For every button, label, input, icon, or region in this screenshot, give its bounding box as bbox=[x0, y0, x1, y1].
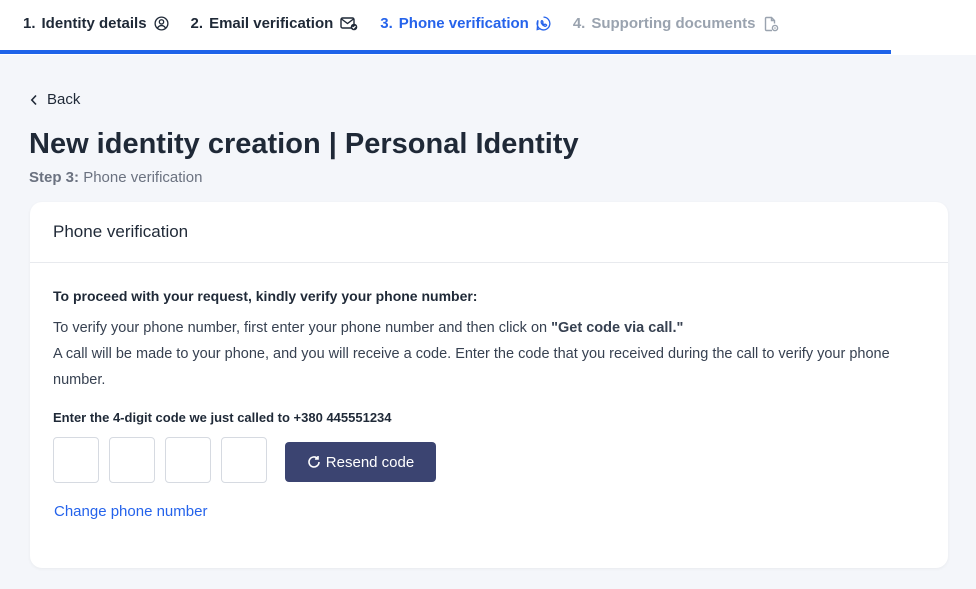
phone-verification-card: Phone verification To proceed with your … bbox=[30, 202, 948, 568]
step-prefix: Step 3: bbox=[29, 169, 80, 186]
instruction-description: To verify your phone number, first enter… bbox=[53, 315, 933, 393]
change-phone-number-link[interactable]: Change phone number bbox=[54, 503, 207, 520]
refresh-icon bbox=[308, 456, 320, 468]
step-label: Email verification bbox=[209, 15, 334, 32]
code-digit-4[interactable] bbox=[221, 437, 267, 483]
step-label: Phone verification bbox=[398, 15, 529, 32]
step-identity-details[interactable]: 1. Identity details bbox=[23, 15, 169, 32]
step-number: 1. bbox=[23, 15, 36, 32]
back-link[interactable]: Back bbox=[30, 91, 80, 108]
code-label-text: Enter the 4-digit code we just called to bbox=[53, 410, 294, 425]
instruction-heading: To proceed with your request, kindly ver… bbox=[53, 288, 478, 304]
document-settings-icon bbox=[763, 16, 779, 32]
step-label: Identity details bbox=[41, 15, 147, 32]
stepper-progress-fill bbox=[0, 50, 891, 54]
back-label: Back bbox=[47, 91, 81, 108]
code-input-group bbox=[53, 437, 277, 483]
chevron-left-icon bbox=[30, 94, 37, 105]
page-title: New identity creation | Personal Identit… bbox=[29, 128, 579, 160]
step-email-verification[interactable]: 2. Email verification bbox=[191, 15, 359, 32]
code-digit-2[interactable] bbox=[109, 437, 155, 483]
top-stepper-bar: 1. Identity details 2. Email verificatio… bbox=[0, 0, 976, 55]
description-text: To verify your phone number, first enter… bbox=[53, 320, 552, 336]
step-number: 2. bbox=[190, 15, 204, 32]
description-line-2: A call will be made to your phone, and y… bbox=[53, 346, 890, 388]
code-digit-1[interactable] bbox=[53, 437, 99, 483]
code-label: Enter the 4-digit code we just called to… bbox=[53, 410, 392, 425]
mail-check-icon bbox=[340, 16, 358, 31]
step-number: 3. bbox=[380, 15, 393, 32]
phone-number: +380 445551234 bbox=[293, 410, 392, 425]
resend-code-button[interactable]: Resend code bbox=[285, 442, 436, 482]
stepper: 1. Identity details 2. Email verificatio… bbox=[23, 15, 801, 32]
step-name: Phone verification bbox=[83, 169, 203, 186]
description-line-1: To verify your phone number, first enter… bbox=[53, 315, 933, 341]
description-emphasis: "Get code via call." bbox=[551, 320, 684, 336]
step-number: 4. bbox=[572, 15, 586, 32]
code-digit-3[interactable] bbox=[165, 437, 211, 483]
card-header: Phone verification bbox=[30, 202, 948, 263]
phone-circle-icon bbox=[536, 16, 551, 31]
stepper-progress-track bbox=[0, 50, 891, 54]
resend-label: Resend code bbox=[325, 453, 415, 471]
step-phone-verification[interactable]: 3. Phone verification bbox=[380, 15, 551, 32]
step-supporting-documents[interactable]: 4. Supporting documents bbox=[573, 15, 779, 32]
step-label: Supporting documents bbox=[591, 15, 756, 32]
step-subtitle: Step 3: Phone verification bbox=[29, 169, 202, 186]
user-circle-icon bbox=[154, 16, 169, 31]
